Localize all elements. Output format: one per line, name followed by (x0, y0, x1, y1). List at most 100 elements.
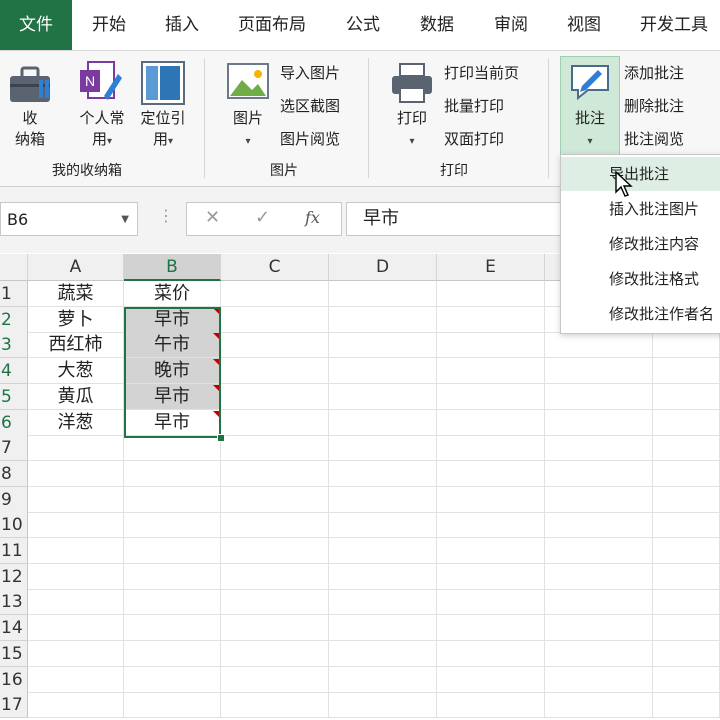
cell-g5[interactable] (653, 383, 720, 410)
cell-e10[interactable] (437, 512, 545, 539)
cell-a7[interactable] (28, 435, 124, 462)
cell-f3[interactable] (545, 332, 653, 359)
confirm-icon[interactable]: ✓ (255, 207, 270, 228)
print-current-page-button[interactable]: 打印当前页 (444, 62, 519, 83)
cell-a1[interactable]: 蔬菜 (28, 281, 124, 307)
cell-e14[interactable] (437, 615, 545, 642)
cell-f8[interactable] (545, 460, 653, 487)
cell-g8[interactable] (653, 460, 720, 487)
cell-d5[interactable] (329, 383, 437, 410)
row-header-10[interactable]: 10 (0, 512, 28, 539)
cell-b14[interactable] (124, 615, 221, 642)
cell-b13[interactable] (124, 589, 221, 616)
menu-item-edit-comment-format[interactable]: 修改批注格式 (561, 262, 720, 296)
cell-a11[interactable] (28, 538, 124, 564)
cell-e12[interactable] (437, 563, 545, 590)
import-picture-button[interactable]: 导入图片 (280, 62, 340, 83)
cell-f16[interactable] (545, 666, 653, 693)
cell-d2[interactable] (329, 306, 437, 333)
row-header-8[interactable]: 8 (0, 460, 28, 487)
row-header-14[interactable]: 14 (0, 615, 28, 642)
cell-b3[interactable]: 午市 (124, 332, 221, 359)
cell-d12[interactable] (329, 563, 437, 590)
insert-function-icon[interactable]: fx (305, 208, 320, 227)
cell-c6[interactable] (221, 409, 329, 436)
cell-f7[interactable] (545, 435, 653, 462)
row-header-4[interactable]: 4 (0, 358, 28, 385)
cell-e7[interactable] (437, 435, 545, 462)
cell-a10[interactable] (28, 512, 124, 539)
cell-a17[interactable] (28, 692, 124, 719)
more-options-icon[interactable]: ⋮ (158, 206, 174, 225)
region-screenshot-button[interactable]: 选区截图 (280, 95, 340, 116)
cell-a15[interactable] (28, 640, 124, 667)
cell-c10[interactable] (221, 512, 329, 539)
cell-c11[interactable] (221, 538, 329, 564)
cell-f4[interactable] (545, 358, 653, 385)
cell-g15[interactable] (653, 640, 720, 667)
cell-g11[interactable] (653, 538, 720, 564)
cell-b4[interactable]: 晚市 (124, 358, 221, 385)
cell-e1[interactable] (437, 281, 545, 307)
cell-d15[interactable] (329, 640, 437, 667)
row-header-2[interactable]: 2 (0, 306, 28, 333)
column-header-e[interactable]: E (437, 254, 545, 281)
menu-item-edit-comment-content[interactable]: 修改批注内容 (561, 227, 720, 261)
cell-f17[interactable] (545, 692, 653, 719)
cell-g17[interactable] (653, 692, 720, 719)
row-header-9[interactable]: 9 (0, 486, 28, 513)
cell-a12[interactable] (28, 563, 124, 590)
cell-c12[interactable] (221, 563, 329, 590)
cell-b5[interactable]: 早市 (124, 383, 221, 410)
cell-b12[interactable] (124, 563, 221, 590)
cell-c7[interactable] (221, 435, 329, 462)
cell-b1[interactable]: 菜价 (124, 281, 221, 307)
cell-f5[interactable] (545, 383, 653, 410)
cell-d7[interactable] (329, 435, 437, 462)
cell-g13[interactable] (653, 589, 720, 616)
add-comment-button[interactable]: 添加批注 (624, 62, 684, 83)
cancel-icon[interactable]: ✕ (205, 207, 220, 228)
cell-b11[interactable] (124, 538, 221, 564)
row-header-5[interactable]: 5 (0, 383, 28, 410)
tab-formulas[interactable]: 公式 (346, 0, 380, 50)
cell-d13[interactable] (329, 589, 437, 616)
chevron-down-icon[interactable]: ▼ (121, 203, 129, 237)
tab-home[interactable]: 开始 (92, 0, 126, 50)
cell-f11[interactable] (545, 538, 653, 564)
cell-a16[interactable] (28, 666, 124, 693)
column-header-d[interactable]: D (329, 254, 437, 281)
row-header-7[interactable]: 7 (0, 435, 28, 462)
cell-c4[interactable] (221, 358, 329, 385)
cell-a3[interactable]: 西红柿 (28, 332, 124, 359)
cell-e6[interactable] (437, 409, 545, 436)
tab-view[interactable]: 视图 (567, 0, 601, 50)
cell-e9[interactable] (437, 486, 545, 513)
cell-e13[interactable] (437, 589, 545, 616)
cell-g4[interactable] (653, 358, 720, 385)
cell-a5[interactable]: 黄瓜 (28, 383, 124, 410)
row-header-17[interactable]: 17 (0, 692, 28, 719)
batch-print-button[interactable]: 批量打印 (444, 95, 504, 116)
cell-e4[interactable] (437, 358, 545, 385)
delete-comment-button[interactable]: 删除批注 (624, 95, 684, 116)
picture-browse-button[interactable]: 图片阅览 (280, 128, 340, 149)
cell-a2[interactable]: 萝卜 (28, 306, 124, 333)
cell-e15[interactable] (437, 640, 545, 667)
cell-b10[interactable] (124, 512, 221, 539)
select-all-corner[interactable] (0, 254, 28, 281)
cell-c17[interactable] (221, 692, 329, 719)
cell-d11[interactable] (329, 538, 437, 564)
cell-c16[interactable] (221, 666, 329, 693)
column-header-b[interactable]: B (124, 254, 221, 281)
cell-b2[interactable]: 早市 (124, 306, 221, 333)
tab-data[interactable]: 数据 (420, 0, 454, 50)
cell-c14[interactable] (221, 615, 329, 642)
row-header-16[interactable]: 16 (0, 666, 28, 693)
cell-a14[interactable] (28, 615, 124, 642)
row-header-6[interactable]: 6 (0, 409, 28, 436)
fill-handle[interactable] (217, 434, 225, 442)
duplex-print-button[interactable]: 双面打印 (444, 128, 504, 149)
tab-page-layout[interactable]: 页面布局 (238, 0, 306, 50)
cell-c15[interactable] (221, 640, 329, 667)
